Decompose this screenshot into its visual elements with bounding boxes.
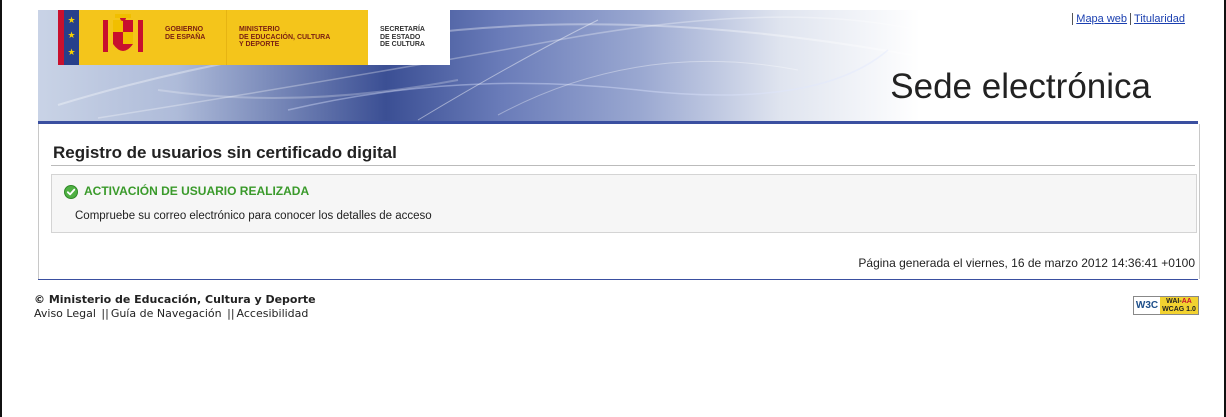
- government-label: GOBIERNO DE ESPAÑA: [165, 26, 206, 41]
- coat-of-arms-icon: [103, 14, 143, 52]
- main-content: Registro de usuarios sin certificado dig…: [38, 124, 1200, 279]
- star-icon: ★: [67, 48, 76, 58]
- w3c-logo: W3C: [1134, 297, 1160, 314]
- footer-links: Aviso Legal || Guía de Navegación || Acces…: [34, 307, 308, 320]
- generation-timestamp: Página generada el viernes, 16 de marzo …: [858, 256, 1195, 270]
- site-title: Sede electrónica: [890, 67, 1151, 106]
- secretary-label: SECRETARÍA DE ESTADO DE CULTURA: [380, 26, 425, 48]
- content-divider: [38, 279, 1198, 280]
- wai-aa-badge[interactable]: W3C WAI-AA WCAG 1.0: [1133, 296, 1199, 315]
- site-map-link[interactable]: Mapa web: [1072, 13, 1131, 25]
- ministry-logo-block: MINISTERIO DE EDUCACIÓN, CULTURA Y DEPOR…: [226, 10, 369, 65]
- footer-separator: ||: [227, 307, 235, 320]
- site-header: ★ ★ ★ GOBIERNO DE ESPAÑA MINISTERIO DE E…: [38, 10, 1198, 121]
- spanish-flag-strip: ★ ★ ★: [58, 10, 79, 65]
- heading-divider: [51, 165, 1195, 166]
- window-frame-left: [0, 0, 2, 417]
- accessibility-link[interactable]: Accesibilidad: [237, 307, 309, 320]
- success-message-title: ACTIVACIÓN DE USUARIO REALIZADA: [84, 184, 310, 198]
- secretary-logo-block: SECRETARÍA DE ESTADO DE CULTURA: [368, 10, 450, 65]
- top-links: Mapa web Titularidad: [1072, 13, 1188, 25]
- ministry-label: MINISTERIO DE EDUCACIÓN, CULTURA Y DEPOR…: [239, 26, 331, 48]
- success-message-text: Compruebe su correo electrónico para con…: [75, 210, 432, 222]
- wai-aa-label: WAI-AA WCAG 1.0: [1160, 297, 1198, 314]
- legal-notice-link[interactable]: Aviso Legal: [34, 307, 96, 320]
- government-logo-block: GOBIERNO DE ESPAÑA: [79, 10, 226, 65]
- check-circle-icon: [64, 185, 78, 199]
- star-icon: ★: [67, 16, 76, 26]
- copyright-text: © Ministerio de Educación, Cultura y Dep…: [34, 293, 316, 306]
- ownership-link[interactable]: Titularidad: [1130, 13, 1188, 25]
- star-icon: ★: [67, 31, 76, 41]
- navigation-guide-link[interactable]: Guía de Navegación: [111, 307, 222, 320]
- success-message-box: ACTIVACIÓN DE USUARIO REALIZADA Comprueb…: [51, 174, 1197, 233]
- footer-separator: ||: [101, 307, 109, 320]
- page-title: Registro de usuarios sin certificado dig…: [53, 143, 397, 162]
